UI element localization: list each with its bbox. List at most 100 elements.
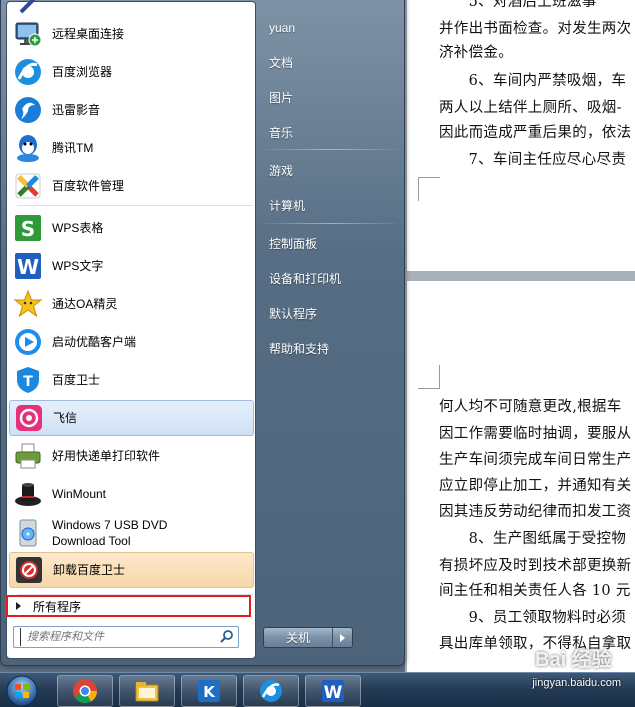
doc-line: 济补偿金。 <box>439 45 513 61</box>
usb-dvd-tool-icon <box>12 517 44 549</box>
doc-line: 7、车间主任应尽心尽责 <box>439 152 627 168</box>
program-item-fetion[interactable]: 飞信 <box>9 400 254 436</box>
doc-line: 并作出书面检查。对发生两次 <box>439 21 632 37</box>
doc-line: 5、对酒后上班滋事 <box>439 0 597 10</box>
page-corner-mark <box>418 177 440 201</box>
remote-desktop-icon <box>12 18 44 50</box>
program-item-tongda-oa[interactable]: 通达OA精灵 <box>9 286 254 322</box>
doc-line: 间主任和相关责任人各 10 元 <box>439 583 631 599</box>
program-item-remote-desktop[interactable]: 远程桌面连接 <box>9 16 254 52</box>
program-item-wps-spreadsheet[interactable]: S WPS表格 <box>9 210 254 246</box>
right-item-help-support[interactable]: 帮助和支持 <box>269 333 397 363</box>
program-label: 百度卫士 <box>52 373 101 387</box>
program-label: 通达OA精灵 <box>52 297 118 311</box>
start-menu: 远程桌面连接 百度浏览器 迅雷影音 腾讯TM 百度软件管理 S WPS表格 W … <box>0 0 405 666</box>
doc-line: 8、生产图纸属于受控物 <box>439 531 627 547</box>
watermark-url: jingyan.baidu.com <box>532 677 621 689</box>
taskbar-file-explorer[interactable] <box>119 675 175 707</box>
menu-separator <box>17 205 253 206</box>
svg-text:T: T <box>23 374 33 390</box>
program-label: 启动优酷客户端 <box>52 335 137 349</box>
tencent-tm-icon <box>12 132 44 164</box>
youku-icon <box>12 326 44 358</box>
program-item-winmount[interactable]: WinMount <box>9 476 254 512</box>
search-box[interactable] <box>13 626 239 648</box>
doc-line: 6、车间内严禁吸烟，车 <box>439 73 627 89</box>
shutdown-label: 关机 <box>285 631 310 645</box>
right-item-games[interactable]: 游戏 <box>269 155 397 185</box>
doc-line: 9、员工领取物料时必须 <box>439 610 627 626</box>
doc-line: 因此而造成严重后果的，依法 <box>439 125 632 141</box>
program-item-tencent-tm[interactable]: 腾讯TM <box>9 130 254 166</box>
program-label: Windows 7 USB DVD Download Tool <box>52 518 168 548</box>
winmount-icon <box>12 478 44 510</box>
all-programs-label: 所有程序 <box>33 599 82 614</box>
right-item-music[interactable]: 音乐 <box>269 117 397 147</box>
right-item-documents[interactable]: 文档 <box>269 47 397 77</box>
fetion-icon <box>13 402 45 434</box>
program-item-baidu-software-manager[interactable]: 百度软件管理 <box>9 168 254 204</box>
doc-line: 有损坏应及时到技术部更换新 <box>439 558 632 574</box>
program-item-baidu-browser[interactable]: 百度浏览器 <box>9 54 254 90</box>
svg-text:W: W <box>17 255 39 279</box>
all-programs-button[interactable]: 所有程序 <box>6 595 251 617</box>
search-icon[interactable] <box>220 628 234 647</box>
program-item-uninstall-baidu-guard[interactable]: 卸载百度卫士 <box>9 552 254 588</box>
program-item-baidu-guard[interactable]: T 百度卫士 <box>9 362 254 398</box>
program-icon <box>12 0 44 16</box>
document-page-2: 何人均不可随意更改,根据车 因工作需要临时抽调，要服从 生产车间须完成车间日常生… <box>407 281 635 672</box>
doc-line: 因其违反劳动纪律而扣发工资 <box>439 504 632 520</box>
program-label: 飞信 <box>53 411 78 425</box>
taskbar-chrome[interactable] <box>57 675 113 707</box>
right-item-default-programs[interactable]: 默认程序 <box>269 298 397 328</box>
taskbar-kk-app[interactable]: K <box>181 675 237 707</box>
baidu-guard-icon: T <box>12 364 44 396</box>
right-item-user[interactable]: yuan <box>269 13 397 43</box>
right-item-devices-printers[interactable]: 设备和打印机 <box>269 263 397 293</box>
svg-text:K: K <box>203 683 216 701</box>
program-item-xunlei-player[interactable]: 迅雷影音 <box>9 92 254 128</box>
document-page-1: 5、对酒后上班滋事 并作出书面检查。对发生两次 济补偿金。 6、车间内严禁吸烟，… <box>407 0 635 271</box>
doc-line: 生产车间须完成车间日常生产 <box>439 452 632 468</box>
program-label: 远程桌面连接 <box>52 27 125 41</box>
baidu-jingyan-logo: Bai 经验 <box>535 649 612 671</box>
program-label: WPS文字 <box>52 259 104 273</box>
program-label: 百度浏览器 <box>52 65 113 79</box>
doc-line: 两人以上结伴上厕所、吸烟- <box>439 100 622 116</box>
program-item-partial[interactable] <box>9 0 254 16</box>
program-item-usb-dvd-tool[interactable]: Windows 7 USB DVD Download Tool <box>9 514 254 552</box>
right-item-control-panel[interactable]: 控制面板 <box>269 228 397 258</box>
wps-writer-icon: W <box>12 250 44 282</box>
taskbar-baidu-browser[interactable] <box>243 675 299 707</box>
uninstall-icon <box>13 554 45 586</box>
program-item-wps-writer[interactable]: W WPS文字 <box>9 248 254 284</box>
wps-writer-icon: W <box>322 680 344 703</box>
tongda-oa-icon <box>12 288 44 320</box>
kk-app-icon: K <box>198 680 220 702</box>
search-input[interactable] <box>20 628 210 646</box>
right-item-pictures[interactable]: 图片 <box>269 82 397 112</box>
shutdown-button[interactable]: 关机 <box>263 627 353 648</box>
start-button[interactable] <box>2 674 42 707</box>
program-label: 腾讯TM <box>52 141 94 155</box>
wps-spreadsheet-icon: S <box>12 212 44 244</box>
baidu-browser-icon <box>12 56 44 88</box>
shutdown-options-button[interactable] <box>332 628 352 647</box>
file-explorer-icon <box>135 682 159 702</box>
printer-icon <box>12 440 44 472</box>
doc-line: 应立即停止加工，并通知有关 <box>439 478 632 494</box>
page-corner-mark <box>418 365 440 389</box>
program-item-youku[interactable]: 启动优酷客户端 <box>9 324 254 360</box>
windows-logo-icon <box>6 675 38 707</box>
arrow-right-icon <box>16 602 21 610</box>
right-item-computer[interactable]: 计算机 <box>269 190 397 220</box>
program-label: 好用快递单打印软件 <box>52 449 161 463</box>
arrow-right-icon <box>340 633 345 642</box>
taskbar-wps-writer[interactable]: W <box>305 675 361 707</box>
baidu-software-manager-icon <box>12 170 44 202</box>
program-label: WinMount <box>52 487 107 501</box>
svg-text:W: W <box>324 683 343 703</box>
program-item-express-print[interactable]: 好用快递单打印软件 <box>9 438 254 474</box>
xunlei-player-icon <box>12 94 44 126</box>
baidu-browser-icon <box>260 680 282 702</box>
